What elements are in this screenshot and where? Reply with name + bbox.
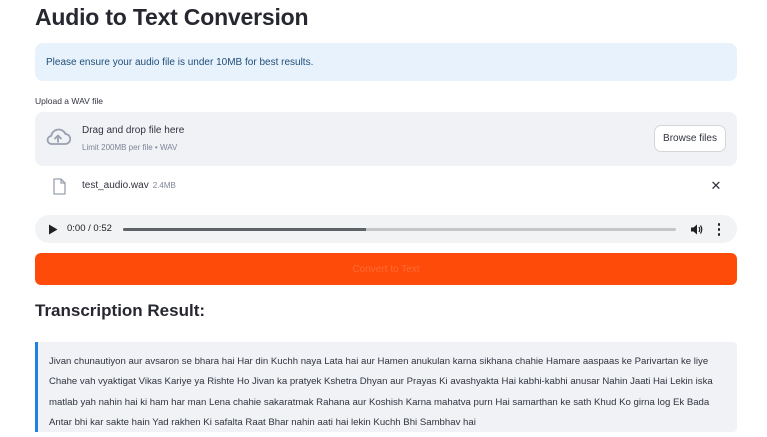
audio-time: 0:00 / 0:52	[67, 223, 112, 234]
audio-progress-fill	[123, 228, 367, 231]
file-dropzone[interactable]: Drag and drop file here Limit 200MB per …	[35, 112, 737, 166]
volume-icon[interactable]	[690, 223, 703, 236]
page-title: Audio to Text Conversion	[35, 4, 309, 30]
convert-to-text-button[interactable]: Convert to Text	[35, 253, 737, 285]
info-alert: Please ensure your audio file is under 1…	[35, 43, 737, 81]
file-name-line: test_audio.wav 2.4MB	[82, 180, 176, 191]
audio-progress-track[interactable]	[123, 228, 676, 231]
dropzone-limit: Limit 200MB per file • WAV	[82, 143, 178, 152]
transcription-result-box: Jivan chunautiyon aur avsaron se bhara h…	[35, 342, 737, 432]
transcription-heading: Transcription Result:	[35, 301, 206, 320]
file-icon	[53, 178, 66, 195]
close-icon[interactable]: ✕	[708, 177, 724, 195]
file-size: 2.4MB	[152, 181, 176, 190]
dropzone-instructions: Drag and drop file here	[82, 125, 185, 136]
audio-player[interactable]: 0:00 / 0:52	[35, 215, 737, 243]
transcription-text: Jivan chunautiyon aur avsaron se bhara h…	[49, 356, 713, 428]
more-options-icon[interactable]	[713, 222, 725, 237]
info-alert-text: Please ensure your audio file is under 1…	[46, 56, 314, 68]
upload-label: Upload a WAV file	[35, 96, 104, 106]
file-name: test_audio.wav	[82, 180, 149, 191]
uploaded-file-item: test_audio.wav 2.4MB ✕	[35, 176, 737, 198]
cloud-upload-icon	[46, 128, 71, 145]
play-icon[interactable]	[48, 224, 58, 235]
browse-files-button[interactable]: Browse files	[654, 125, 726, 152]
